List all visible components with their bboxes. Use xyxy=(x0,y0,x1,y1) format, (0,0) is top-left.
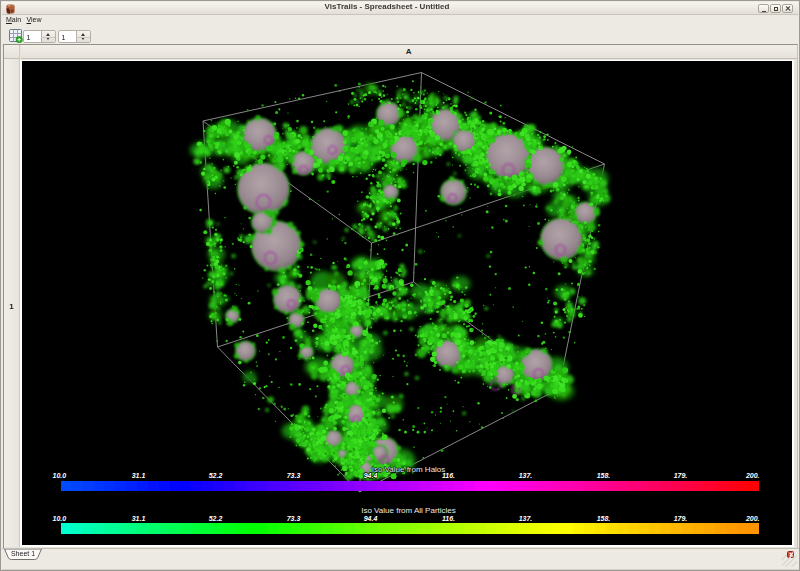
svg-text:137.: 137. xyxy=(518,472,532,479)
svg-text:158.: 158. xyxy=(596,472,610,479)
svg-text:Iso Value from Halos: Iso Value from Halos xyxy=(371,465,445,474)
svg-text:200.: 200. xyxy=(744,515,759,522)
svg-text:52.2: 52.2 xyxy=(208,472,222,479)
svg-text:179.: 179. xyxy=(673,515,687,522)
svg-text:52.2: 52.2 xyxy=(208,515,222,522)
svg-text:31.1: 31.1 xyxy=(131,472,145,479)
svg-text:73.3: 73.3 xyxy=(286,472,300,479)
svg-text:10.0: 10.0 xyxy=(52,472,66,479)
svg-text:73.3: 73.3 xyxy=(286,515,300,522)
svg-text:200.: 200. xyxy=(744,472,759,479)
svg-text:179.: 179. xyxy=(673,472,687,479)
svg-text:137.: 137. xyxy=(518,515,532,522)
svg-text:31.1: 31.1 xyxy=(131,515,145,522)
svg-text:158.: 158. xyxy=(596,515,610,522)
svg-text:10.0: 10.0 xyxy=(52,515,66,522)
svg-text:116.: 116. xyxy=(441,515,454,522)
svg-text:94.4: 94.4 xyxy=(363,515,377,522)
svg-text:Iso Value from All Particles: Iso Value from All Particles xyxy=(361,506,456,515)
